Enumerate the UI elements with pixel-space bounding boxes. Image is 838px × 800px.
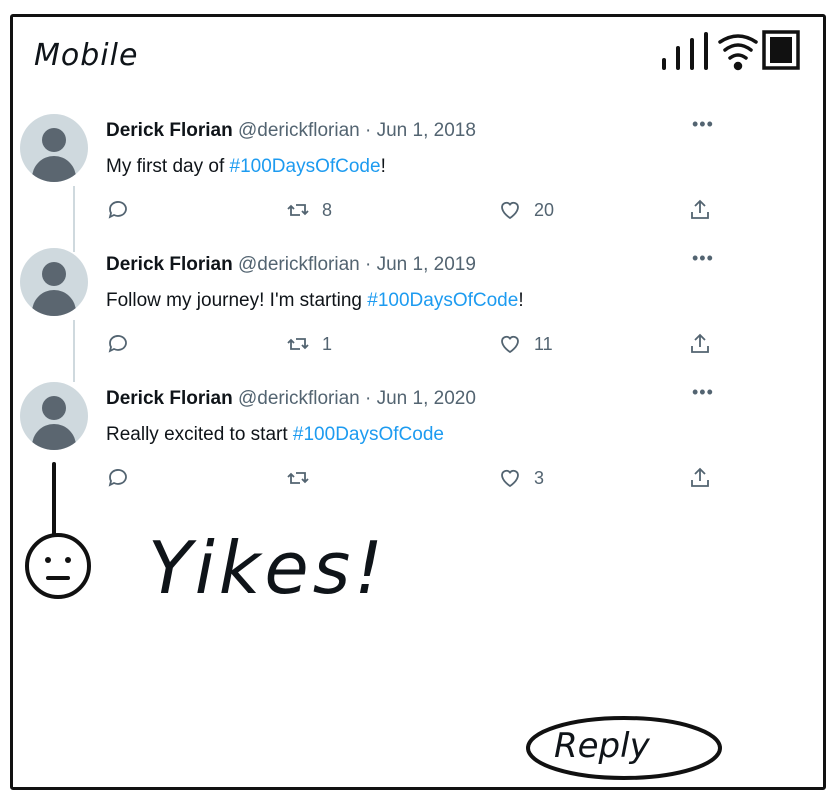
retweet-count: 8 bbox=[322, 199, 333, 220]
tweet-1[interactable]: Derick Florian @derickflorian · Jun 1, 2… bbox=[20, 114, 740, 252]
thread-line bbox=[73, 320, 75, 382]
device-label: Mobile bbox=[34, 38, 139, 73]
share-icon bbox=[691, 199, 709, 219]
reply-action[interactable] bbox=[106, 332, 130, 356]
author-handle[interactable]: @derickflorian bbox=[238, 388, 360, 409]
tweet-2[interactable]: Derick Florian @derickflorian · Jun 1, 2… bbox=[20, 248, 740, 382]
author-handle[interactable]: @derickflorian bbox=[238, 120, 360, 141]
like-count: 3 bbox=[534, 467, 545, 488]
reply-action[interactable] bbox=[106, 466, 130, 490]
thread-line bbox=[73, 186, 75, 252]
reply-button-label: Reply bbox=[554, 726, 650, 766]
retweet-action[interactable]: 8 bbox=[286, 198, 332, 222]
comment-icon bbox=[108, 201, 127, 219]
tweet-date[interactable]: · Jun 1, 2018 bbox=[365, 120, 476, 141]
wifi-icon bbox=[718, 34, 758, 71]
tweet-text: My first day of #100DaysOfCode! bbox=[106, 156, 386, 177]
reply-action[interactable] bbox=[106, 198, 130, 222]
retweet-icon bbox=[287, 472, 309, 484]
more-options-icon[interactable]: ••• bbox=[692, 382, 714, 403]
more-options-icon[interactable]: ••• bbox=[692, 114, 714, 135]
author-name[interactable]: Derick Florian bbox=[106, 254, 233, 275]
like-count: 11 bbox=[534, 333, 553, 354]
tweet-header: Derick Florian @derickflorian · Jun 1, 2… bbox=[106, 388, 476, 410]
retweet-icon bbox=[287, 338, 309, 350]
heart-icon bbox=[501, 335, 519, 354]
status-bar-icons bbox=[662, 30, 800, 71]
author-name[interactable]: Derick Florian bbox=[106, 120, 233, 141]
avatar[interactable] bbox=[20, 382, 88, 450]
tweet-header: Derick Florian @derickflorian · Jun 1, 2… bbox=[106, 254, 476, 276]
neutral-face-icon bbox=[25, 533, 91, 599]
heart-icon bbox=[501, 201, 519, 220]
comment-icon bbox=[108, 335, 127, 353]
tweet-date[interactable]: · Jun 1, 2019 bbox=[365, 254, 476, 275]
avatar[interactable] bbox=[20, 114, 88, 182]
tweet-actions: 8 20 bbox=[106, 198, 726, 224]
heart-icon bbox=[501, 469, 519, 488]
share-icon bbox=[691, 467, 709, 487]
share-action[interactable] bbox=[688, 466, 712, 490]
reply-button[interactable]: Reply bbox=[524, 712, 724, 784]
tweet-actions: 1 11 bbox=[106, 332, 726, 358]
retweet-action[interactable] bbox=[286, 466, 322, 490]
like-action[interactable]: 3 bbox=[498, 466, 544, 490]
signal-icon bbox=[662, 32, 708, 70]
retweet-action[interactable]: 1 bbox=[286, 332, 332, 356]
tweet-text: Follow my journey! I'm starting #100Days… bbox=[106, 290, 524, 311]
annotation-connector bbox=[52, 462, 56, 536]
tweet-text: Really excited to start #100DaysOfCode bbox=[106, 424, 444, 445]
comment-icon bbox=[108, 469, 127, 487]
hashtag-link[interactable]: #100DaysOfCode bbox=[230, 156, 381, 177]
tweet-header: Derick Florian @derickflorian · Jun 1, 2… bbox=[106, 120, 476, 142]
like-count: 20 bbox=[534, 199, 555, 220]
more-options-icon[interactable]: ••• bbox=[692, 248, 714, 269]
retweet-count: 1 bbox=[322, 333, 333, 354]
annotation-text: Yikes! bbox=[148, 526, 388, 610]
tweet-actions: 3 bbox=[106, 466, 726, 492]
author-name[interactable]: Derick Florian bbox=[106, 388, 233, 409]
battery-icon bbox=[762, 30, 800, 70]
tweet-3[interactable]: Derick Florian @derickflorian · Jun 1, 2… bbox=[20, 382, 740, 500]
hashtag-link[interactable]: #100DaysOfCode bbox=[293, 424, 444, 445]
like-action[interactable]: 11 bbox=[498, 332, 553, 356]
like-action[interactable]: 20 bbox=[498, 198, 554, 222]
share-icon bbox=[691, 333, 709, 353]
share-action[interactable] bbox=[688, 332, 712, 356]
share-action[interactable] bbox=[688, 198, 712, 222]
avatar[interactable] bbox=[20, 248, 88, 316]
tweet-date[interactable]: · Jun 1, 2020 bbox=[365, 388, 476, 409]
hashtag-link[interactable]: #100DaysOfCode bbox=[367, 290, 518, 311]
retweet-icon bbox=[287, 204, 309, 216]
author-handle[interactable]: @derickflorian bbox=[238, 254, 360, 275]
